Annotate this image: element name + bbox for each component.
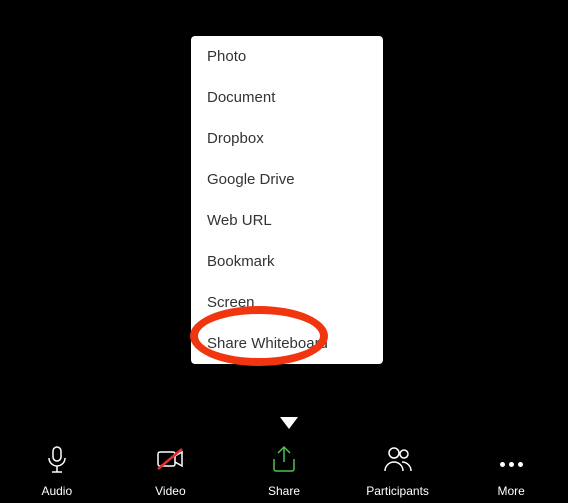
participants-label: Participants bbox=[366, 484, 429, 498]
share-option-google-drive[interactable]: Google Drive bbox=[191, 159, 383, 200]
video-label: Video bbox=[155, 484, 185, 498]
share-option-screen[interactable]: Screen bbox=[191, 282, 383, 323]
participants-icon bbox=[382, 443, 414, 480]
share-option-document[interactable]: Document bbox=[191, 77, 383, 118]
meeting-controls-screen: Photo Document Dropbox Google Drive Web … bbox=[0, 0, 568, 503]
share-option-bookmark[interactable]: Bookmark bbox=[191, 241, 383, 282]
share-option-dropbox[interactable]: Dropbox bbox=[191, 118, 383, 159]
more-button[interactable]: More bbox=[454, 428, 568, 498]
microphone-icon bbox=[41, 443, 73, 480]
more-dots-icon bbox=[500, 448, 523, 480]
share-label: Share bbox=[268, 484, 300, 498]
participants-button[interactable]: Participants bbox=[341, 428, 455, 498]
meeting-toolbar: Audio Video Share Participants More bbox=[0, 428, 568, 498]
share-options-menu: Photo Document Dropbox Google Drive Web … bbox=[191, 36, 383, 364]
share-button[interactable]: Share bbox=[227, 428, 341, 498]
audio-button[interactable]: Audio bbox=[0, 428, 114, 498]
share-icon bbox=[268, 443, 300, 480]
video-button[interactable]: Video bbox=[114, 428, 228, 498]
video-camera-off-icon bbox=[154, 443, 186, 480]
more-label: More bbox=[498, 484, 525, 498]
audio-label: Audio bbox=[41, 484, 72, 498]
share-option-photo[interactable]: Photo bbox=[191, 36, 383, 77]
share-option-web-url[interactable]: Web URL bbox=[191, 200, 383, 241]
share-option-share-whiteboard[interactable]: Share Whiteboard bbox=[191, 323, 383, 364]
